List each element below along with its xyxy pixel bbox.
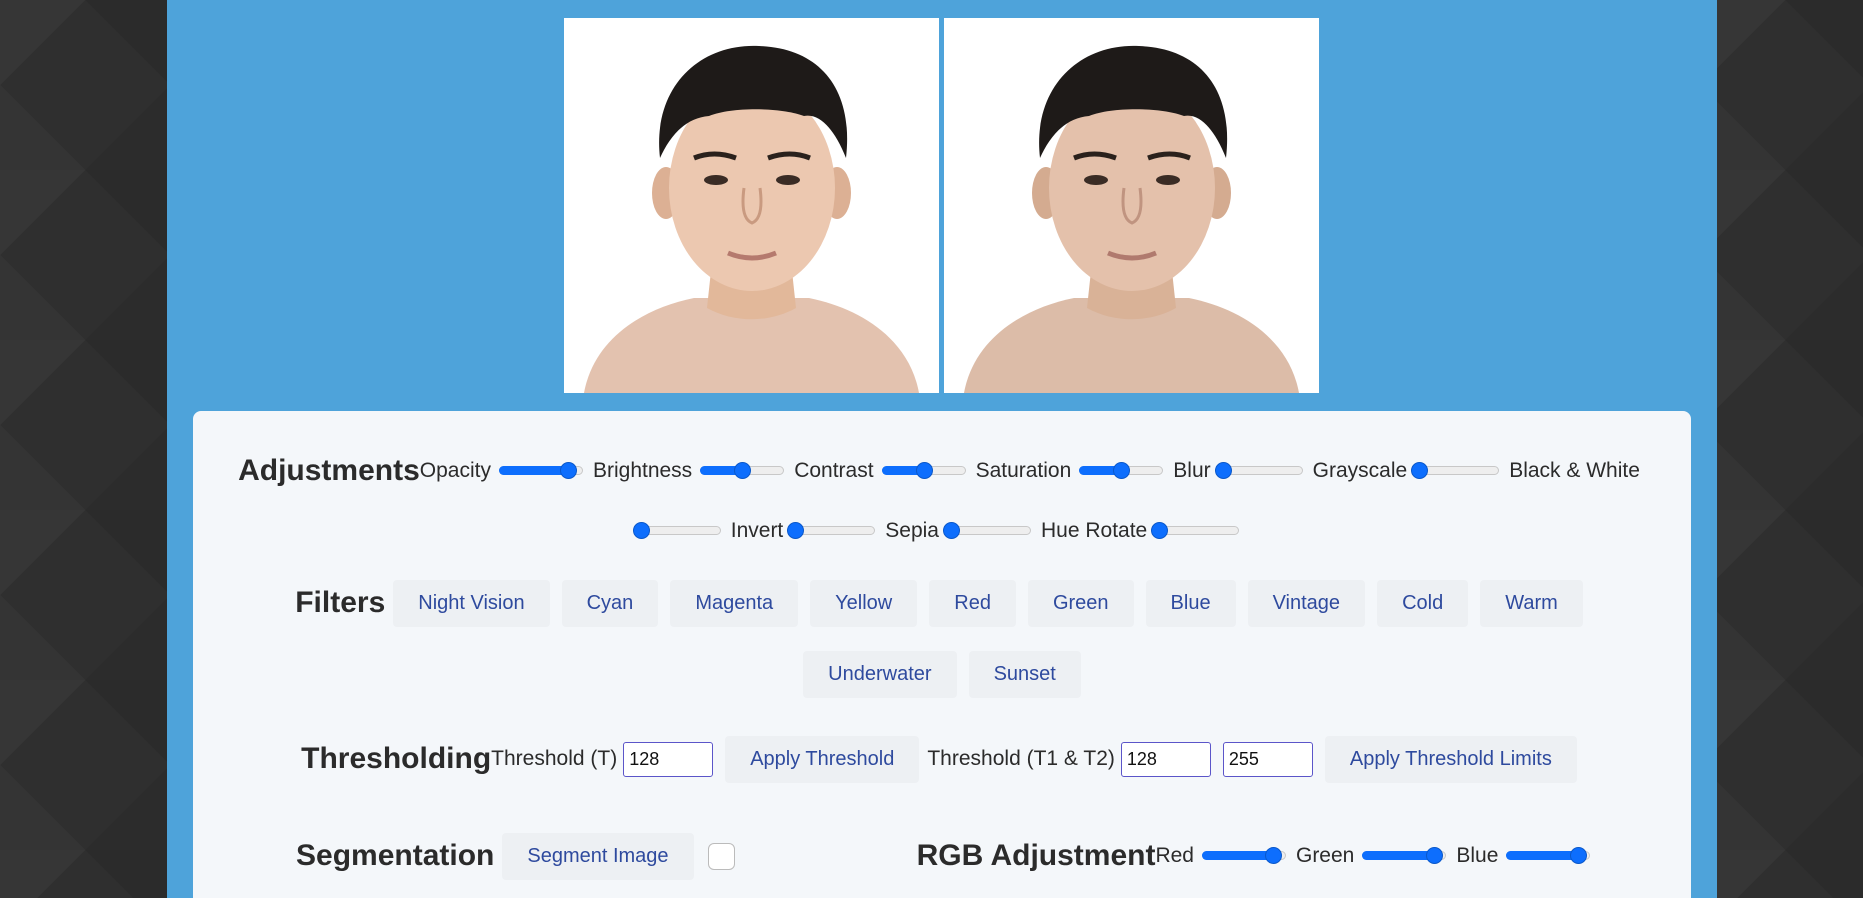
segment-image-button[interactable]: Segment Image [502,832,694,880]
filter-blue-button[interactable]: Blue [1145,579,1236,627]
filter-underwater-button[interactable]: Underwater [803,650,957,698]
invert-slider[interactable] [787,519,877,543]
original-image [564,18,939,393]
brightness-label: Brightness [592,459,693,482]
rgb-blue-slider[interactable] [1504,844,1592,868]
thresholding-row: Thresholding Threshold (T) Apply Thresho… [193,735,1691,783]
filter-sunset-button[interactable]: Sunset [968,650,1081,698]
threshold-t1-input[interactable] [1120,741,1211,777]
filter-yellow-button[interactable]: Yellow [810,579,918,627]
filter-night-vision-button[interactable]: Night Vision [393,579,550,627]
threshold-t-label: Threshold (T) [491,747,618,770]
hue-rotate-label: Hue Rotate [1041,519,1148,542]
filter-magenta-button[interactable]: Magenta [670,579,799,627]
sepia-label: Sepia [885,519,939,542]
filters-row-1: Filters Night Vision Cyan Magenta Yellow… [193,579,1691,627]
opacity-label: Opacity [419,459,491,482]
filter-green-button[interactable]: Green [1027,579,1134,627]
segmentation-rgb-row: Segmentation Segment Image RGB Adjustmen… [296,832,1691,880]
contrast-label: Contrast [794,459,874,482]
segmentation-title: Segmentation [296,839,495,872]
adjustments-row-1: Adjustments Opacity Brightness Contrast … [193,448,1691,494]
threshold-t1-t2-label: Threshold (T1 & T2) [927,747,1115,770]
adjustments-row-2: Invert Sepia Hue Rotate [193,508,1691,554]
apply-threshold-button[interactable]: Apply Threshold [725,735,920,783]
rgb-red-label: Red [1155,844,1194,867]
black-white-label: Black & White [1509,459,1640,482]
brightness-slider[interactable] [698,459,786,483]
filter-cold-button[interactable]: Cold [1377,579,1469,627]
rgb-green-slider[interactable] [1360,844,1448,868]
sepia-slider[interactable] [943,519,1033,543]
grayscale-slider[interactable] [1411,459,1501,483]
filter-warm-button[interactable]: Warm [1480,579,1583,627]
grayscale-label: Grayscale [1312,459,1408,482]
filter-vintage-button[interactable]: Vintage [1247,579,1366,627]
black-white-slider[interactable] [632,519,723,543]
rgb-green-label: Green [1295,844,1355,867]
threshold-t2-input[interactable] [1222,741,1313,777]
thresholding-title: Thresholding [301,742,492,775]
rgb-red-slider[interactable] [1200,844,1288,868]
threshold-t-input[interactable] [623,741,714,777]
adjustments-title: Adjustments [238,454,420,487]
hue-rotate-slider[interactable] [1151,519,1241,543]
filters-title: Filters [295,586,386,619]
segmentation-checkbox[interactable] [707,842,735,870]
image-preview-row [564,18,1319,393]
rgb-adjustment-title: RGB Adjustment [916,839,1156,872]
invert-label: Invert [730,519,784,542]
blur-slider[interactable] [1214,459,1305,483]
contrast-slider[interactable] [880,459,968,483]
editor-main: Adjustments Opacity Brightness Contrast … [167,0,1717,898]
filter-red-button[interactable]: Red [929,579,1016,627]
opacity-slider[interactable] [497,459,585,483]
controls-panel: Adjustments Opacity Brightness Contrast … [193,411,1691,898]
rgb-blue-label: Blue [1456,844,1499,867]
filter-cyan-button[interactable]: Cyan [561,579,659,627]
filters-row-2: Underwater Sunset [193,650,1691,698]
saturation-slider[interactable] [1077,459,1165,483]
saturation-label: Saturation [975,459,1072,482]
apply-threshold-limits-button[interactable]: Apply Threshold Limits [1324,735,1577,783]
edited-image [944,18,1319,393]
blur-label: Blur [1173,459,1211,482]
